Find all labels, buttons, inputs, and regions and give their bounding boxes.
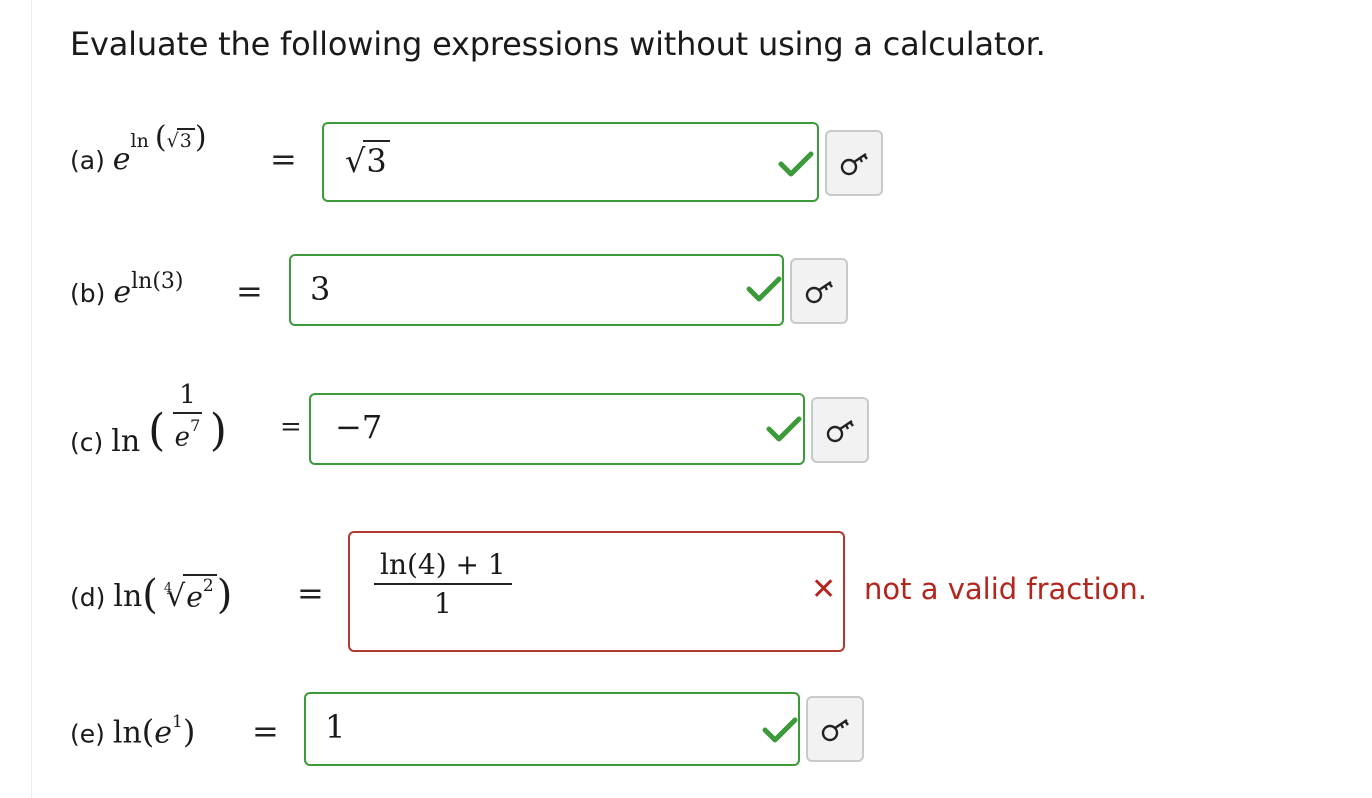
key-icon [826,420,854,443]
answer-value-c: −7 [335,408,383,446]
equals-sign-e: = [252,712,279,750]
answer-field-c[interactable] [309,393,805,465]
answer-field-a[interactable] [322,122,819,202]
equals-sign-a: = [270,140,297,178]
x-icon: ✕ [811,572,837,607]
equals-sign-c: = [280,412,302,442]
error-message: not a valid fraction. [864,572,1147,606]
answer-value-d: ln(4) + 1 1 [374,548,512,620]
answer-value-a: √3 [345,140,390,180]
problem-c-label: (c) ln ( 1 e7 ) [70,380,227,460]
check-icon [778,151,814,177]
problem-d-label: (d) ln(4√e2) [70,572,233,618]
answer-value-e: 1 [325,708,346,746]
check-icon [766,416,802,442]
key-icon [840,153,868,176]
problem-a-label: (a) eln (√3) [70,120,207,177]
equals-sign-b: = [236,272,263,310]
key-icon [821,719,849,742]
problem-e-label: (e) ln(e1) [70,712,196,751]
left-border [31,0,32,798]
page-title: Evaluate the following expressions witho… [70,25,1046,63]
answer-field-b[interactable] [289,254,784,326]
problem-b-label: (b) eln(3) [70,269,184,310]
check-icon [746,276,782,302]
equals-sign-d: = [297,574,324,612]
answer-field-e[interactable] [304,692,800,766]
answer-value-b: 3 [310,270,331,308]
key-button-b[interactable] [790,258,848,324]
key-icon [805,281,833,304]
key-button-c[interactable] [811,397,869,463]
check-icon [762,717,798,743]
key-button-a[interactable] [825,130,883,196]
key-button-e[interactable] [806,696,864,762]
